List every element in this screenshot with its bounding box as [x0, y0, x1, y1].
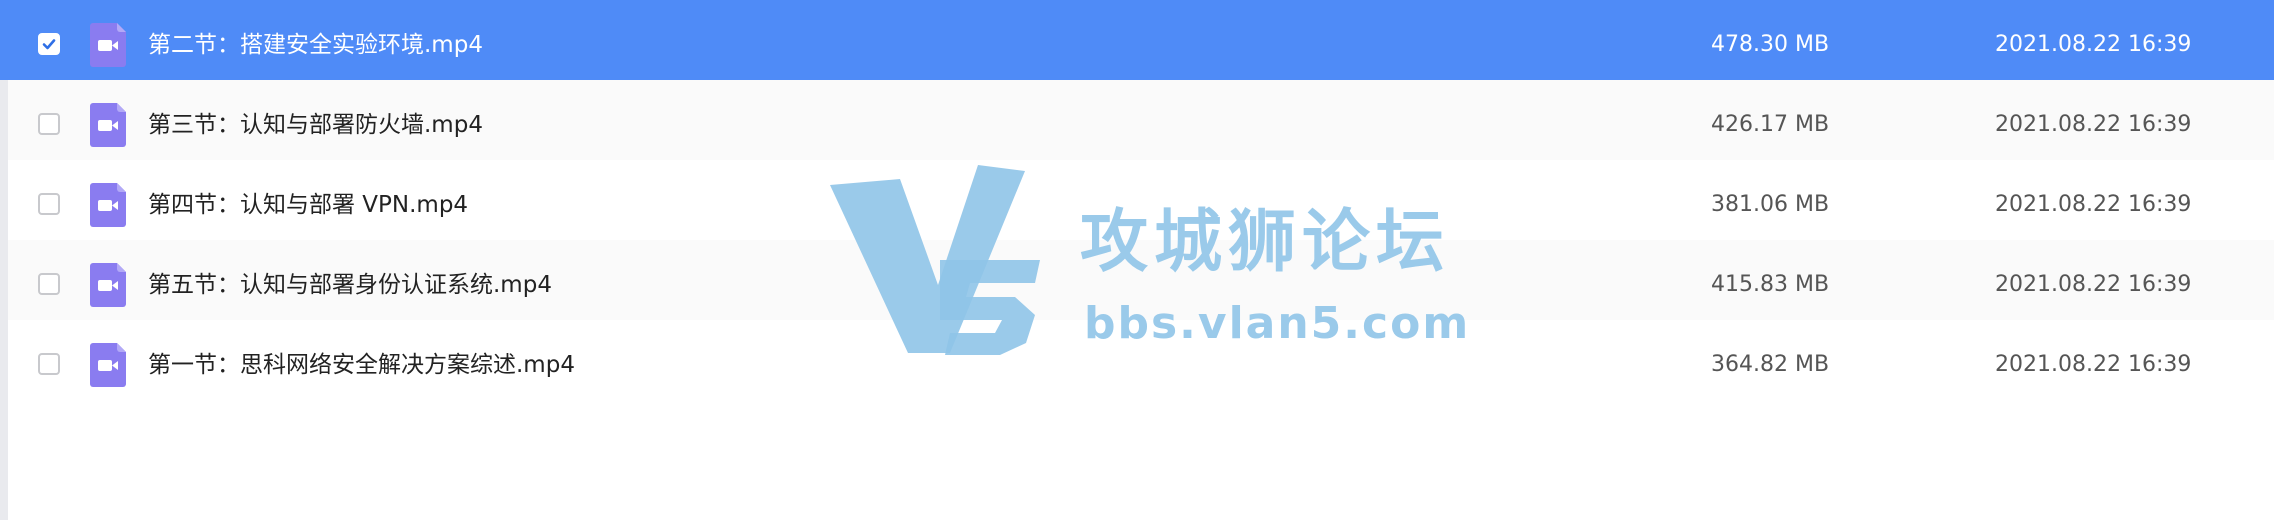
file-size: 478.30 MB [1711, 32, 1830, 57]
video-file-icon [90, 183, 126, 227]
row-checkbox[interactable] [38, 193, 60, 215]
file-date: 2021.08.22 16:39 [1995, 112, 2192, 137]
watermark-logo-text: V5 [830, 165, 851, 169]
file-date: 2021.08.22 16:39 [1995, 32, 2192, 57]
file-name[interactable]: 第四节：认知与部署 VPN.mp4 [148, 160, 468, 250]
file-date: 2021.08.22 16:39 [1995, 352, 2192, 377]
file-size: 415.83 MB [1711, 272, 1830, 297]
video-file-icon [90, 263, 126, 307]
file-size: 426.17 MB [1711, 112, 1830, 137]
file-name[interactable]: 第一节：思科网络安全解决方案综述.mp4 [148, 320, 575, 410]
checkmark-icon [42, 39, 56, 50]
file-size: 381.06 MB [1711, 192, 1830, 217]
watermark-logo: V5 攻城狮论坛 bbs.vlan5.com [830, 165, 1470, 355]
watermark-url: bbs.vlan5.com [1084, 298, 1470, 349]
file-name[interactable]: 第二节：搭建安全实验环境.mp4 [148, 0, 483, 90]
video-file-icon [90, 23, 126, 67]
row-checkbox[interactable] [38, 273, 60, 295]
row-checkbox[interactable] [38, 353, 60, 375]
file-size: 364.82 MB [1711, 352, 1830, 377]
file-row[interactable]: 第二节：搭建安全实验环境.mp4 478.30 MB 2021.08.22 16… [0, 0, 2274, 80]
row-checkbox[interactable] [38, 33, 60, 55]
file-row[interactable]: 第三节：认知与部署防火墙.mp4 426.17 MB 2021.08.22 16… [0, 80, 2274, 160]
file-name[interactable]: 第五节：认知与部署身份认证系统.mp4 [148, 240, 552, 330]
file-name[interactable]: 第三节：认知与部署防火墙.mp4 [148, 80, 483, 170]
left-rail-divider [0, 400, 8, 520]
row-checkbox[interactable] [38, 113, 60, 135]
watermark-title: 攻城狮论坛 [1080, 203, 1450, 282]
video-file-icon [90, 343, 126, 387]
video-file-icon [90, 103, 126, 147]
file-date: 2021.08.22 16:39 [1995, 192, 2192, 217]
file-date: 2021.08.22 16:39 [1995, 272, 2192, 297]
